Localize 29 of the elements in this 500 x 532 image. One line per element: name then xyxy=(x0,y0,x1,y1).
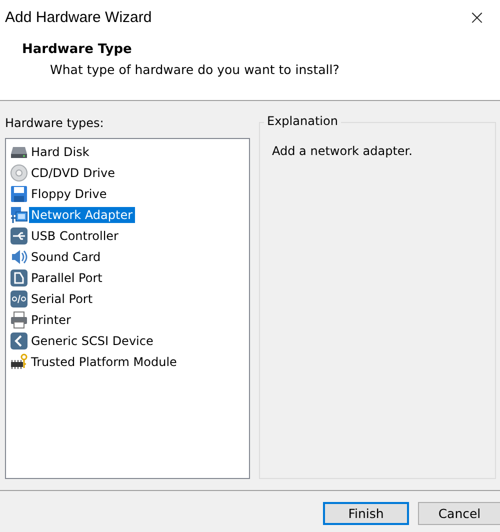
list-item[interactable]: Network Adapter xyxy=(29,206,135,222)
printer-icon xyxy=(10,310,28,328)
list-label: Hardware types: xyxy=(5,115,105,132)
list-item[interactable]: CD/DVD Drive xyxy=(29,164,117,180)
list-item[interactable]: Hard Disk xyxy=(29,144,92,160)
list-item[interactable]: Parallel Port xyxy=(29,270,104,286)
dialog-button[interactable]: Finish xyxy=(323,502,409,525)
list-item[interactable]: Generic SCSI Device xyxy=(29,332,156,348)
speaker-icon xyxy=(10,248,28,266)
network-computers-icon xyxy=(10,206,28,224)
list-item[interactable]: Floppy Drive xyxy=(29,186,109,202)
list-item[interactable]: USB Controller xyxy=(29,228,120,244)
explanation-text: Add a network adapter. xyxy=(272,144,414,158)
scsi-icon xyxy=(10,332,28,350)
list-item[interactable]: Serial Port xyxy=(29,290,95,306)
page-title: Hardware Type xyxy=(22,42,133,57)
group-title: Explanation xyxy=(264,114,341,128)
disc-icon xyxy=(10,164,28,182)
serial-port-icon xyxy=(10,290,28,308)
dialog-button[interactable]: Cancel xyxy=(418,502,500,525)
usb-icon xyxy=(10,226,28,244)
list-item[interactable]: Sound Card xyxy=(29,248,103,264)
close-button[interactable]: × xyxy=(462,5,492,29)
page-subtitle: What type of hardware do you want to install? xyxy=(50,62,340,77)
chip-key-icon xyxy=(10,352,28,370)
list-item[interactable]: Trusted Platform Module xyxy=(29,354,179,370)
list-item[interactable]: Printer xyxy=(29,312,73,328)
window-title: Add Hardware Wizard xyxy=(5,8,152,26)
parallel-port-icon xyxy=(10,268,28,286)
